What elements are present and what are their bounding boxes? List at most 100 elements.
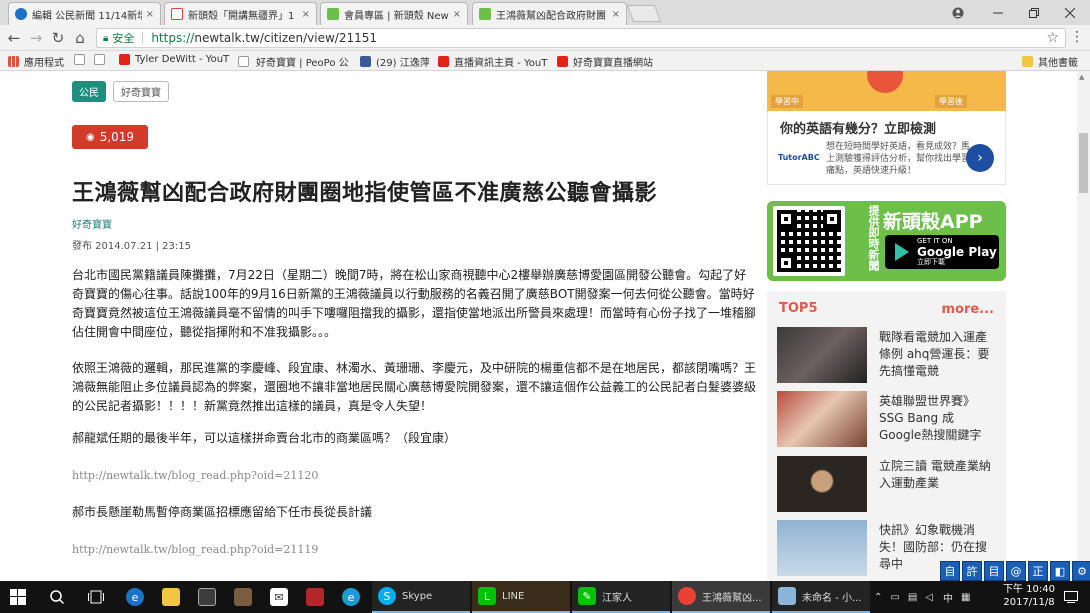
- close-window-icon[interactable]: [1052, 0, 1088, 25]
- restore-icon[interactable]: [1016, 0, 1052, 25]
- bookmark-item[interactable]: (29) 江逸萍: [360, 54, 430, 69]
- bookmark-label: (29) 江逸萍: [376, 58, 430, 69]
- google-play-button[interactable]: GET IT ON Google Play 立即下載: [885, 235, 999, 269]
- file-explorer-icon[interactable]: [162, 581, 186, 613]
- app-promo[interactable]: 提供即時新聞 新頭殼APP GET IT ON Google Play 立即下載: [767, 201, 1006, 281]
- minimize-icon[interactable]: [980, 0, 1016, 25]
- author-link[interactable]: 好奇寶寶: [72, 216, 112, 231]
- ie-icon[interactable]: e: [342, 581, 366, 613]
- list-item[interactable]: 立院三讀 電競產業納入運動產業: [777, 456, 997, 512]
- article-title: 王鴻薇幫凶配合政府財團圈地指使管區不准廣慈公聽會攝影: [72, 181, 658, 206]
- browser-tab[interactable]: 編輯 公民新聞 11/14新增 ×: [8, 2, 161, 25]
- edge-icon[interactable]: e: [126, 581, 150, 613]
- chevron-right-icon[interactable]: ›: [966, 144, 994, 172]
- home-icon[interactable]: ⌂: [70, 29, 90, 47]
- bookmark-item[interactable]: [94, 54, 110, 65]
- profile-icon[interactable]: [940, 0, 976, 25]
- thumbnail: [777, 456, 867, 512]
- youtube-icon: [557, 56, 568, 67]
- ad-image[interactable]: 學習中 學習後: [767, 71, 1006, 111]
- bookmark-apps[interactable]: 應用程式: [8, 54, 64, 69]
- article-paragraph: 台北市國民黨籍議員陳攤攤，7月22日（星期二）晚間7時，將在松山家商視聽中心2樓…: [72, 268, 757, 339]
- tab-close-icon[interactable]: ×: [302, 9, 310, 20]
- tab-favicon-icon: [327, 8, 339, 20]
- more-link[interactable]: more...: [941, 302, 994, 317]
- network-icon[interactable]: ▭: [890, 592, 899, 603]
- ime-button[interactable]: 自: [940, 561, 960, 581]
- notification-icon[interactable]: [1064, 581, 1078, 613]
- store-icon[interactable]: [198, 581, 222, 613]
- tag-citizen[interactable]: 公民: [72, 81, 106, 102]
- clock-time: 下午 10:40: [1003, 584, 1055, 595]
- divider: [142, 32, 144, 44]
- thumbnail: [777, 520, 867, 576]
- bookmark-item[interactable]: Tyler DeWitt - YouT: [119, 54, 229, 65]
- tab-close-icon[interactable]: ×: [453, 9, 461, 20]
- lock-icon: 🔒︎: [103, 32, 109, 44]
- ad-box[interactable]: 你的英語有幾分？立即檢測 TutorABC 想在短時間學好英語，看見成效？馬上測…: [767, 111, 1006, 185]
- volume-icon[interactable]: ◁: [925, 592, 933, 603]
- clock[interactable]: 下午 10:40 2017/11/8: [1000, 583, 1058, 609]
- app-icon[interactable]: [306, 581, 330, 613]
- list-item[interactable]: 英雄聯盟世界賽》SSG Bang 成Google熱搜關鍵字: [777, 391, 997, 447]
- mail-icon[interactable]: ✉: [270, 581, 294, 613]
- bookmark-item[interactable]: 好奇寶寶 | PeoPo 公: [238, 54, 349, 69]
- apps-grid-icon: [8, 56, 19, 67]
- paint-icon[interactable]: [234, 581, 258, 613]
- taskbar: e ✉ e S Skype L LINE ✎ 江家人 王鴻薇幫凶... 未命名 - 小…: [0, 581, 1090, 613]
- forward-arrow-icon[interactable]: →: [26, 29, 46, 47]
- bookmark-item[interactable]: 直播資訊主頁 - YouT: [438, 54, 547, 69]
- article-paragraph: 郝市長懸崖勒馬暫停商業區招標應留給下任市長從長計議: [72, 505, 373, 519]
- scrollbar-thumb[interactable]: [1079, 133, 1088, 193]
- bookmark-star-icon[interactable]: ☆: [1046, 30, 1059, 46]
- taskbar-app-line[interactable]: L LINE: [472, 581, 570, 613]
- battery-icon[interactable]: ▤: [908, 592, 917, 603]
- article-paragraph: 郝龍斌任期的最後半年，可以這樣拼命賣台北市的商業區嗎？（段宜康）: [72, 431, 457, 445]
- article-link[interactable]: http://newtalk.tw/blog_read.php?oid=2111…: [72, 543, 318, 556]
- tag-author[interactable]: 好奇寶寶: [113, 81, 169, 102]
- ad-graphic: [867, 71, 903, 93]
- tab-title: 新頭殼「開講無疆界」1: [188, 10, 295, 22]
- youtube-icon: [119, 54, 130, 65]
- browser-tab[interactable]: 會員專區 | 新頭殼 Newtalk ×: [320, 2, 468, 25]
- reload-icon[interactable]: ↻: [48, 29, 68, 47]
- browser-tab[interactable]: 新頭殼「開講無疆界」1 ×: [164, 2, 317, 25]
- task-view-icon[interactable]: [88, 581, 104, 613]
- ime-button[interactable]: 目: [984, 561, 1004, 581]
- search-icon[interactable]: [50, 581, 64, 613]
- back-arrow-icon[interactable]: ←: [4, 29, 24, 47]
- new-tab-button[interactable]: [626, 5, 662, 22]
- scroll-up-icon[interactable]: ▲: [1079, 73, 1084, 81]
- ime-button[interactable]: @: [1006, 561, 1026, 581]
- ad-label: 學習後: [935, 95, 967, 108]
- ime-settings-icon[interactable]: ⚙: [1072, 561, 1090, 581]
- taskbar-app-chrome[interactable]: 王鴻薇幫凶...: [672, 581, 770, 613]
- store-sub: 立即下載: [917, 258, 945, 266]
- taskbar-app-skype[interactable]: S Skype: [372, 581, 470, 613]
- bookmark-item[interactable]: 好奇寶寶直播網站: [557, 54, 653, 69]
- keyboard-icon[interactable]: ▦: [961, 592, 970, 603]
- ime-button[interactable]: 許: [962, 561, 982, 581]
- facebook-icon: [360, 56, 371, 67]
- taskbar-app-notepad[interactable]: 未命名 - 小...: [772, 581, 870, 613]
- list-item[interactable]: 戰隊看電競加入運產條例 ahq營運長：要先搞懂電競: [777, 327, 997, 383]
- ime-lang[interactable]: 中: [943, 590, 953, 605]
- address-bar[interactable]: 🔒︎ 安全 https:// newtalk.tw/citizen/view/2…: [96, 28, 1066, 48]
- ime-button[interactable]: 正: [1028, 561, 1048, 581]
- article-link[interactable]: http://newtalk.tw/blog_read.php?oid=2112…: [72, 469, 318, 482]
- taskbar-app-chat[interactable]: ✎ 江家人: [572, 581, 670, 613]
- other-bookmarks[interactable]: 其他書籤: [1022, 54, 1078, 69]
- browser-tab-active[interactable]: 王鴻薇幫凶配合政府財團 ×: [472, 2, 627, 25]
- ad-label: 學習中: [771, 95, 803, 108]
- url-text: newtalk.tw/citizen/view/21151: [194, 31, 378, 45]
- windows-start-icon[interactable]: [10, 581, 26, 613]
- menu-kebab-icon[interactable]: ⋮: [1070, 29, 1084, 45]
- tab-close-icon[interactable]: ×: [146, 9, 154, 20]
- tab-close-icon[interactable]: ×: [612, 9, 620, 20]
- bookmark-item[interactable]: [74, 54, 90, 65]
- ime-button[interactable]: ◧: [1050, 561, 1070, 581]
- tray-up-icon[interactable]: ⌃: [874, 592, 882, 603]
- scrollbar[interactable]: ▲: [1077, 71, 1090, 581]
- top5-heading: TOP5: [779, 301, 818, 316]
- bookmarks-bar: 應用程式 Tyler DeWitt - YouT 好奇寶寶 | PeoPo 公 …: [0, 51, 1090, 71]
